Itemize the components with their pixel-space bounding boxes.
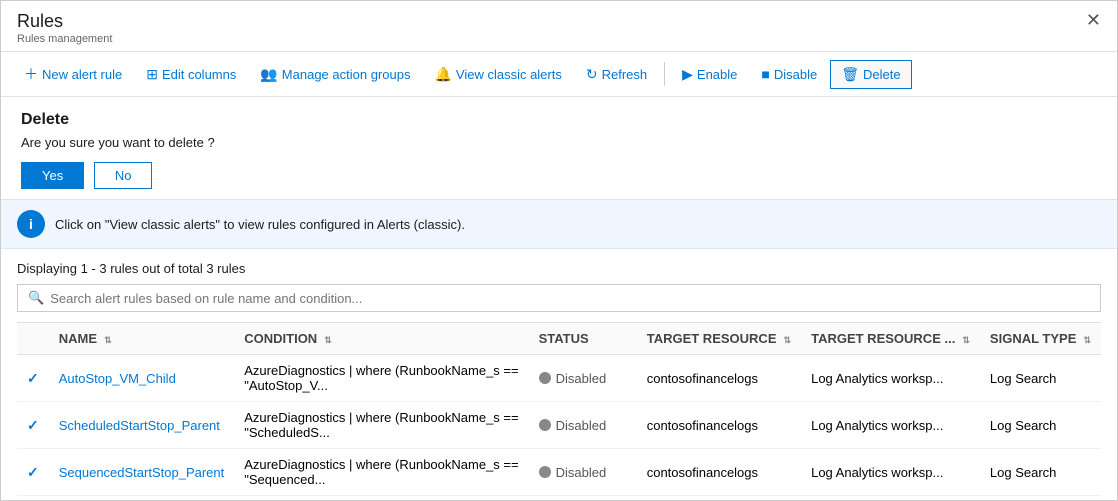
- table-header: NAME ⇅ CONDITION ⇅ STATUS TARGET RESOURC…: [17, 323, 1101, 355]
- search-box: 🔍: [17, 284, 1101, 312]
- refresh-button[interactable]: ↻ Refresh: [575, 60, 658, 89]
- delete-question: Are you sure you want to delete ?: [21, 135, 1097, 150]
- row-target-type-2: Log Analytics worksp...: [801, 449, 980, 496]
- rule-name-link-1[interactable]: ScheduledStartStop_Parent: [59, 418, 220, 433]
- new-alert-label: New alert rule: [42, 67, 122, 82]
- row-target-type-0: Log Analytics worksp...: [801, 355, 980, 402]
- toolbar-separator: [664, 62, 665, 86]
- th-signal-type: SIGNAL TYPE ⇅: [980, 323, 1101, 355]
- row-check-1[interactable]: ✓: [17, 402, 49, 449]
- search-icon: 🔍: [28, 290, 44, 306]
- play-icon: ▶: [682, 66, 693, 83]
- row-check-0[interactable]: ✓: [17, 355, 49, 402]
- title-bar: Rules Rules management ✕: [1, 1, 1117, 52]
- view-classic-label: View classic alerts: [456, 67, 562, 82]
- toolbar: ＋ New alert rule ⊞ Edit columns 👥 Manage…: [1, 52, 1117, 97]
- th-target-resource: TARGET RESOURCE ⇅: [637, 323, 801, 355]
- edit-columns-label: Edit columns: [162, 67, 236, 82]
- enable-label: Enable: [697, 67, 737, 82]
- status-dot-2: [539, 466, 551, 478]
- stop-icon: ■: [761, 66, 769, 82]
- status-dot-0: [539, 372, 551, 384]
- columns-icon: ⊞: [146, 66, 158, 83]
- edit-columns-button[interactable]: ⊞ Edit columns: [135, 60, 247, 89]
- row-name-1: ScheduledStartStop_Parent: [49, 402, 235, 449]
- status-dot-1: [539, 419, 551, 431]
- row-check-2[interactable]: ✓: [17, 449, 49, 496]
- table-row: ✓ AutoStop_VM_Child AzureDiagnostics | w…: [17, 355, 1101, 402]
- main-window: Rules Rules management ✕ ＋ New alert rul…: [0, 0, 1118, 501]
- table-row: ✓ SequencedStartStop_Parent AzureDiagnos…: [17, 449, 1101, 496]
- refresh-label: Refresh: [602, 67, 648, 82]
- manage-action-label: Manage action groups: [282, 67, 411, 82]
- th-condition: CONDITION ⇅: [234, 323, 528, 355]
- status-text-0: Disabled: [556, 371, 607, 386]
- row-target-2: contosofinancelogs: [637, 449, 801, 496]
- row-status-1: Disabled: [529, 402, 637, 449]
- table-row: ✓ ScheduledStartStop_Parent AzureDiagnos…: [17, 402, 1101, 449]
- main-content: Displaying 1 - 3 rules out of total 3 ru…: [1, 249, 1117, 500]
- title-block: Rules Rules management: [17, 11, 112, 45]
- row-target-type-1: Log Analytics worksp...: [801, 402, 980, 449]
- search-input[interactable]: [50, 291, 1090, 306]
- sort-arrows-name[interactable]: ⇅: [104, 335, 112, 345]
- delete-section: Delete Are you sure you want to delete ?…: [1, 97, 1117, 200]
- enable-button[interactable]: ▶ Enable: [671, 60, 748, 89]
- row-name-0: AutoStop_VM_Child: [49, 355, 235, 402]
- sort-arrows-signal[interactable]: ⇅: [1083, 335, 1091, 345]
- checkmark-icon: ✓: [27, 464, 39, 480]
- info-text: Click on "View classic alerts" to view r…: [55, 217, 465, 232]
- people-icon: 👥: [260, 66, 277, 83]
- new-alert-button[interactable]: ＋ New alert rule: [13, 58, 133, 90]
- sort-arrows-target-type[interactable]: ⇅: [962, 335, 970, 345]
- delete-label: Delete: [863, 67, 901, 82]
- plus-icon: ＋: [24, 64, 38, 84]
- trash-icon: 🗑: [841, 66, 859, 83]
- row-status-0: Disabled: [529, 355, 637, 402]
- info-icon: i: [17, 210, 45, 238]
- rule-name-link-2[interactable]: SequencedStartStop_Parent: [59, 465, 225, 480]
- window-subtitle: Rules management: [17, 33, 112, 45]
- row-name-2: SequencedStartStop_Parent: [49, 449, 235, 496]
- manage-action-button[interactable]: 👥 Manage action groups: [249, 60, 421, 89]
- disable-button[interactable]: ■ Disable: [750, 60, 828, 88]
- display-count: Displaying 1 - 3 rules out of total 3 ru…: [17, 261, 1101, 276]
- bell-icon: 🔔: [434, 66, 451, 83]
- th-target-resource-type: TARGET RESOURCE ... ⇅: [801, 323, 980, 355]
- yes-button[interactable]: Yes: [21, 162, 84, 189]
- row-condition-0: AzureDiagnostics | where (RunbookName_s …: [234, 355, 528, 402]
- row-condition-2: AzureDiagnostics | where (RunbookName_s …: [234, 449, 528, 496]
- th-check: [17, 323, 49, 355]
- view-classic-button[interactable]: 🔔 View classic alerts: [423, 60, 572, 89]
- sort-arrows-condition[interactable]: ⇅: [324, 335, 332, 345]
- delete-button[interactable]: 🗑 Delete: [830, 60, 911, 89]
- th-name: NAME ⇅: [49, 323, 235, 355]
- th-status: STATUS: [529, 323, 637, 355]
- checkmark-icon: ✓: [27, 370, 39, 386]
- info-bar: i Click on "View classic alerts" to view…: [1, 200, 1117, 249]
- status-text-1: Disabled: [556, 418, 607, 433]
- rules-table: NAME ⇅ CONDITION ⇅ STATUS TARGET RESOURC…: [17, 322, 1101, 496]
- close-button[interactable]: ✕: [1086, 11, 1101, 29]
- row-status-2: Disabled: [529, 449, 637, 496]
- sort-arrows-target[interactable]: ⇅: [784, 335, 792, 345]
- row-target-1: contosofinancelogs: [637, 402, 801, 449]
- row-target-0: contosofinancelogs: [637, 355, 801, 402]
- disable-label: Disable: [774, 67, 817, 82]
- rule-name-link-0[interactable]: AutoStop_VM_Child: [59, 371, 176, 386]
- checkmark-icon: ✓: [27, 417, 39, 433]
- refresh-icon: ↻: [586, 66, 598, 83]
- row-condition-1: AzureDiagnostics | where (RunbookName_s …: [234, 402, 528, 449]
- window-title: Rules: [17, 11, 112, 32]
- row-signal-2: Log Search: [980, 449, 1101, 496]
- row-signal-1: Log Search: [980, 402, 1101, 449]
- row-signal-0: Log Search: [980, 355, 1101, 402]
- table-body: ✓ AutoStop_VM_Child AzureDiagnostics | w…: [17, 355, 1101, 496]
- no-button[interactable]: No: [94, 162, 153, 189]
- status-text-2: Disabled: [556, 465, 607, 480]
- delete-title: Delete: [21, 111, 1097, 129]
